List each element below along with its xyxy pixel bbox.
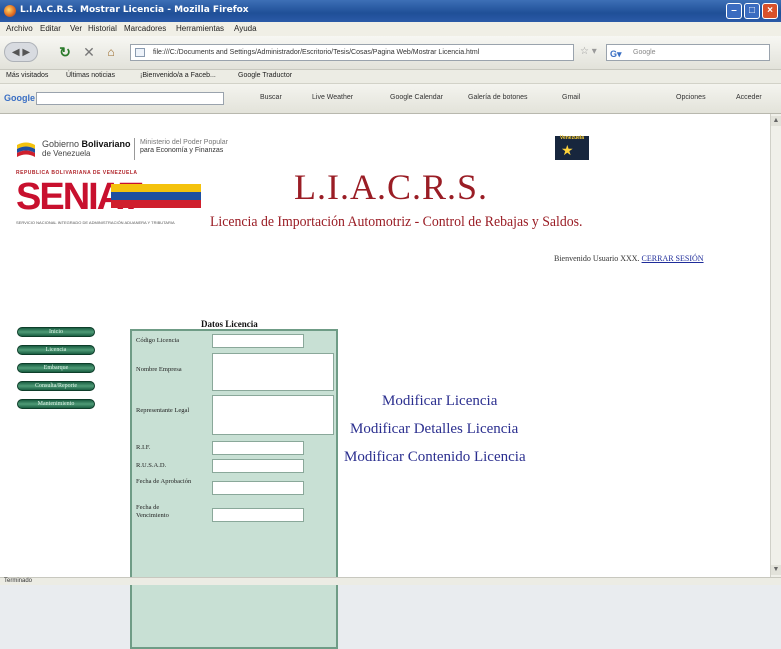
label-fecha-vencimiento: Fecha de Vencimiento — [136, 504, 169, 519]
bookmark-google-traductor[interactable]: Google Traductor — [238, 72, 292, 79]
menu-historial[interactable]: Historial — [88, 24, 117, 33]
star-icon: ★ — [561, 142, 574, 158]
menu-archivo[interactable]: Archivo — [6, 24, 33, 33]
google-logo: Google — [4, 93, 35, 103]
label-nombre-empresa: Nombre Empresa — [136, 366, 182, 373]
page-content: Gobierno Bolivariano de Venezuela Minist… — [0, 114, 770, 649]
seniat-flag-stripes-icon — [111, 184, 201, 208]
address-bar[interactable]: file:///C:/Documents and Settings/Admini… — [130, 44, 574, 61]
ministry-line1: Ministerio del Poder Popular — [140, 139, 228, 146]
modificar-contenido-licencia-link[interactable]: Modificar Contenido Licencia — [344, 449, 526, 466]
close-button[interactable]: × — [762, 3, 778, 19]
license-form: Código Licencia Nombre Empresa Represent… — [130, 329, 338, 649]
toolbar-google-calendar[interactable]: Google Calendar — [390, 94, 443, 101]
bookmarks-bar: Más visitados Últimas noticias ¡Bienveni… — [0, 70, 781, 84]
back-button[interactable]: ◀ ▶ — [4, 42, 38, 62]
sidebar-item-inicio[interactable]: Inicio — [17, 327, 95, 337]
address-url: file:///C:/Documents and Settings/Admini… — [153, 49, 480, 56]
window-title: L.I.A.C.R.S. Mostrar Licencia - Mozilla … — [20, 5, 249, 15]
minimize-button[interactable]: – — [726, 3, 742, 19]
form-title: Datos Licencia — [201, 319, 258, 329]
scroll-up-icon[interactable]: ▲ — [771, 116, 781, 126]
page-icon — [135, 48, 145, 57]
toolbar-live-weather[interactable]: Live Weather — [312, 94, 353, 101]
page-title: L.I.A.C.R.S. — [294, 167, 489, 207]
google-toolbar: Google Buscar Live Weather Google Calend… — [0, 84, 781, 114]
bookmark-ultimas-noticias[interactable]: Últimas noticias — [66, 72, 115, 79]
status-text: Terminado — [4, 578, 33, 584]
firefox-icon — [4, 5, 16, 17]
label-codigo-licencia: Código Licencia — [136, 337, 180, 344]
sidebar-item-licencia[interactable]: Licencia — [17, 345, 95, 355]
google-toolbar-search-input[interactable] — [36, 92, 224, 105]
gov-name-line2: de Venezuela — [42, 149, 91, 158]
label-representante-legal: Representante Legal — [136, 407, 190, 414]
gov-name-line1: Gobierno Bolivariano — [42, 139, 131, 149]
codigo-licencia-field[interactable] — [212, 334, 304, 348]
government-header: Gobierno Bolivariano de Venezuela Minist… — [16, 136, 276, 164]
seniat-subtitle: SERVICIO NACIONAL INTEGRADO DE ADMINISTR… — [16, 220, 175, 225]
toolbar-gmail[interactable]: Gmail — [562, 94, 580, 101]
gov-divider — [134, 138, 135, 160]
menu-herramientas[interactable]: Herramientas — [176, 24, 224, 33]
reload-icon[interactable]: ↻ — [56, 42, 74, 62]
label-rusad: R.U.S.A.D. — [136, 462, 167, 469]
toolbar-opciones[interactable]: Opciones — [676, 94, 706, 101]
bookmark-mas-visitados[interactable]: Más visitados — [6, 72, 48, 79]
window-controls: – □ × — [726, 3, 778, 19]
venezuela-badge: Venezuela ★ — [555, 135, 589, 160]
fecha-aprobacion-field[interactable] — [212, 481, 304, 495]
label-fecha-aprobacion: Fecha de Aprobación — [136, 478, 192, 485]
label-rif: R.I.F. — [136, 444, 151, 451]
home-icon[interactable]: ⌂ — [102, 42, 120, 62]
toolbar-acceder[interactable]: Acceder — [736, 94, 762, 101]
stop-icon[interactable]: ✕ — [80, 42, 98, 62]
modificar-detalles-licencia-link[interactable]: Modificar Detalles Licencia — [350, 421, 518, 438]
google-search-icon: G▾ — [610, 49, 622, 59]
nombre-empresa-field[interactable] — [212, 353, 334, 391]
page-subtitle: Licencia de Importación Automotriz - Con… — [210, 214, 583, 230]
scroll-down-icon[interactable]: ▼ — [771, 565, 781, 575]
welcome-text: Bienvenido Usuario XXX. — [554, 254, 640, 263]
rusad-field[interactable] — [212, 459, 304, 473]
window-titlebar: L.I.A.C.R.S. Mostrar Licencia - Mozilla … — [0, 0, 781, 22]
sidebar-item-embarque[interactable]: Embarque — [17, 363, 95, 373]
venezuela-badge-label: Venezuela — [559, 135, 585, 141]
sidebar-item-consulta-reporte[interactable]: Consulta/Reporte — [17, 381, 95, 391]
logout-link[interactable]: CERRAR SESIÓN — [642, 254, 704, 263]
menu-ver[interactable]: Ver — [70, 24, 82, 33]
ministry-line2: para Economía y Finanzas — [140, 147, 224, 154]
representante-legal-field[interactable] — [212, 395, 334, 435]
menu-marcadores[interactable]: Marcadores — [124, 24, 166, 33]
rif-field[interactable] — [212, 441, 304, 455]
status-bar: Terminado — [0, 577, 781, 585]
maximize-button[interactable]: □ — [744, 3, 760, 19]
sidebar-item-mantenimiento[interactable]: Mantenimiento — [17, 399, 95, 409]
toolbar-buscar[interactable]: Buscar — [260, 94, 282, 101]
menu-ayuda[interactable]: Ayuda — [234, 24, 257, 33]
seniat-logo: REPUBLICA BOLIVARIANA DE VENEZUELA SENIA… — [16, 170, 208, 242]
menu-editar[interactable]: Editar — [40, 24, 61, 33]
modificar-licencia-link[interactable]: Modificar Licencia — [382, 393, 497, 410]
menu-bar: Archivo Editar Ver Historial Marcadores … — [0, 22, 781, 36]
bookmark-facebook[interactable]: ¡Bienvenido/a a Faceb... — [140, 72, 216, 79]
navigation-toolbar: ◀ ▶ ↻ ✕ ⌂ file:///C:/Documents and Setti… — [0, 36, 781, 70]
welcome-message: Bienvenido Usuario XXX. CERRAR SESIÓN — [554, 254, 704, 263]
search-placeholder: Google — [633, 49, 656, 56]
search-input[interactable]: G▾ Google — [606, 44, 770, 61]
toolbar-galeria-botones[interactable]: Galería de botones — [468, 94, 528, 101]
fecha-vencimiento-field[interactable] — [212, 508, 304, 522]
bookmark-star-icon[interactable]: ☆ ▾ — [580, 46, 597, 57]
vertical-scrollbar[interactable]: ▲ ▼ — [770, 114, 781, 577]
venezuela-flag-icon — [17, 142, 35, 157]
